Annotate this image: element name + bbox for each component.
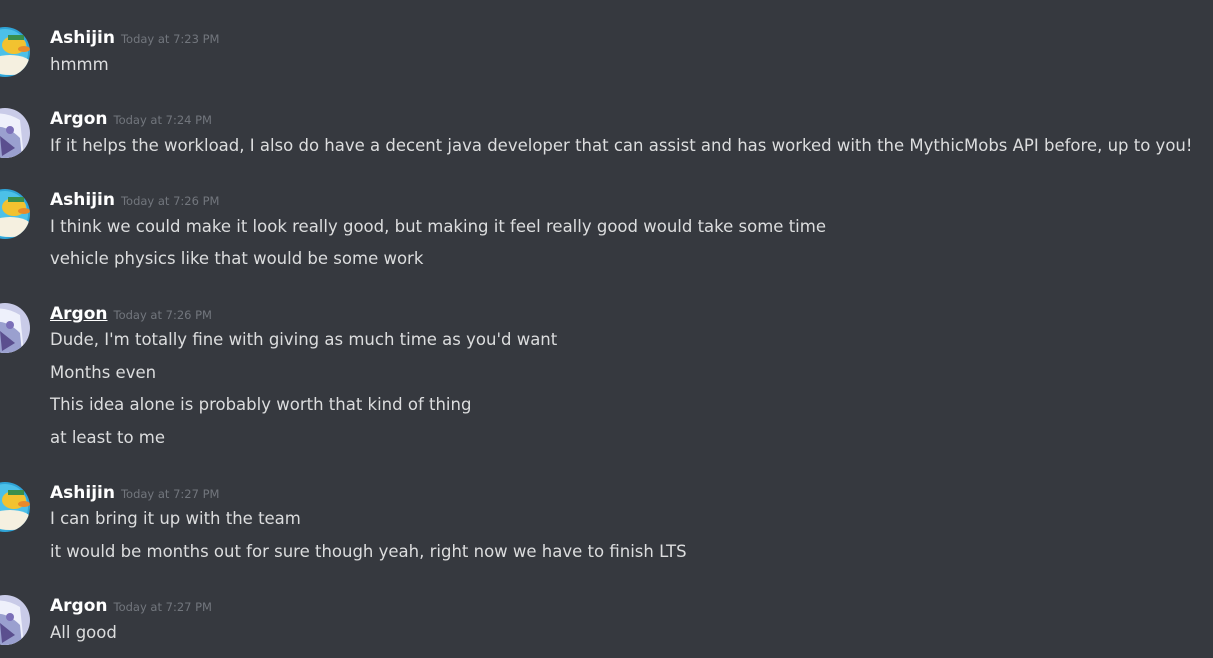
message-header: Argon Today at 7:27 PM: [50, 595, 212, 617]
message-text: I think we could make it look really goo…: [50, 217, 826, 236]
duck-pilot-avatar-icon[interactable]: [0, 189, 30, 239]
message-text: Months even: [50, 363, 157, 382]
username[interactable]: Ashijin: [50, 190, 115, 210]
duck-pilot-avatar-icon[interactable]: [0, 482, 30, 532]
timestamp[interactable]: Today at 7:27 PM: [114, 600, 212, 614]
timestamp[interactable]: Today at 7:24 PM: [114, 113, 212, 127]
anime-character-avatar-icon[interactable]: [0, 595, 30, 645]
message-text: If it helps the workload, I also do have…: [50, 136, 1193, 155]
message-text: it would be months out for sure though y…: [50, 542, 687, 561]
timestamp[interactable]: Today at 7:27 PM: [121, 487, 219, 501]
message-text: hmmm: [50, 55, 109, 74]
username[interactable]: Argon: [50, 109, 108, 129]
message-header: Argon Today at 7:24 PM: [50, 108, 212, 130]
message-header: Ashijin Today at 7:23 PM: [50, 27, 219, 49]
message-text: I can bring it up with the team: [50, 509, 301, 528]
message-text: All good: [50, 623, 117, 642]
timestamp[interactable]: Today at 7:26 PM: [114, 308, 212, 322]
anime-character-avatar-icon[interactable]: [0, 303, 30, 353]
chat-messages: Ashijin Today at 7:23 PM hmmm Argon Today …: [0, 0, 1213, 658]
username[interactable]: Ashijin: [50, 483, 115, 503]
duck-pilot-avatar-icon[interactable]: [0, 27, 30, 77]
message-header: Ashijin Today at 7:26 PM: [50, 189, 219, 211]
username[interactable]: Ashijin: [50, 28, 115, 48]
message-header: Argon Today at 7:26 PM: [50, 303, 212, 325]
timestamp[interactable]: Today at 7:26 PM: [121, 194, 219, 208]
message-text: vehicle physics like that would be some …: [50, 249, 424, 268]
username[interactable]: Argon: [50, 596, 108, 616]
message-text: This idea alone is probably worth that k…: [50, 395, 472, 414]
anime-character-avatar-icon[interactable]: [0, 108, 30, 158]
username[interactable]: Argon: [50, 304, 108, 324]
message-text: at least to me: [50, 428, 166, 447]
message-text: Dude, I'm totally fine with giving as mu…: [50, 330, 558, 349]
timestamp[interactable]: Today at 7:23 PM: [121, 32, 219, 46]
message-header: Ashijin Today at 7:27 PM: [50, 482, 219, 504]
